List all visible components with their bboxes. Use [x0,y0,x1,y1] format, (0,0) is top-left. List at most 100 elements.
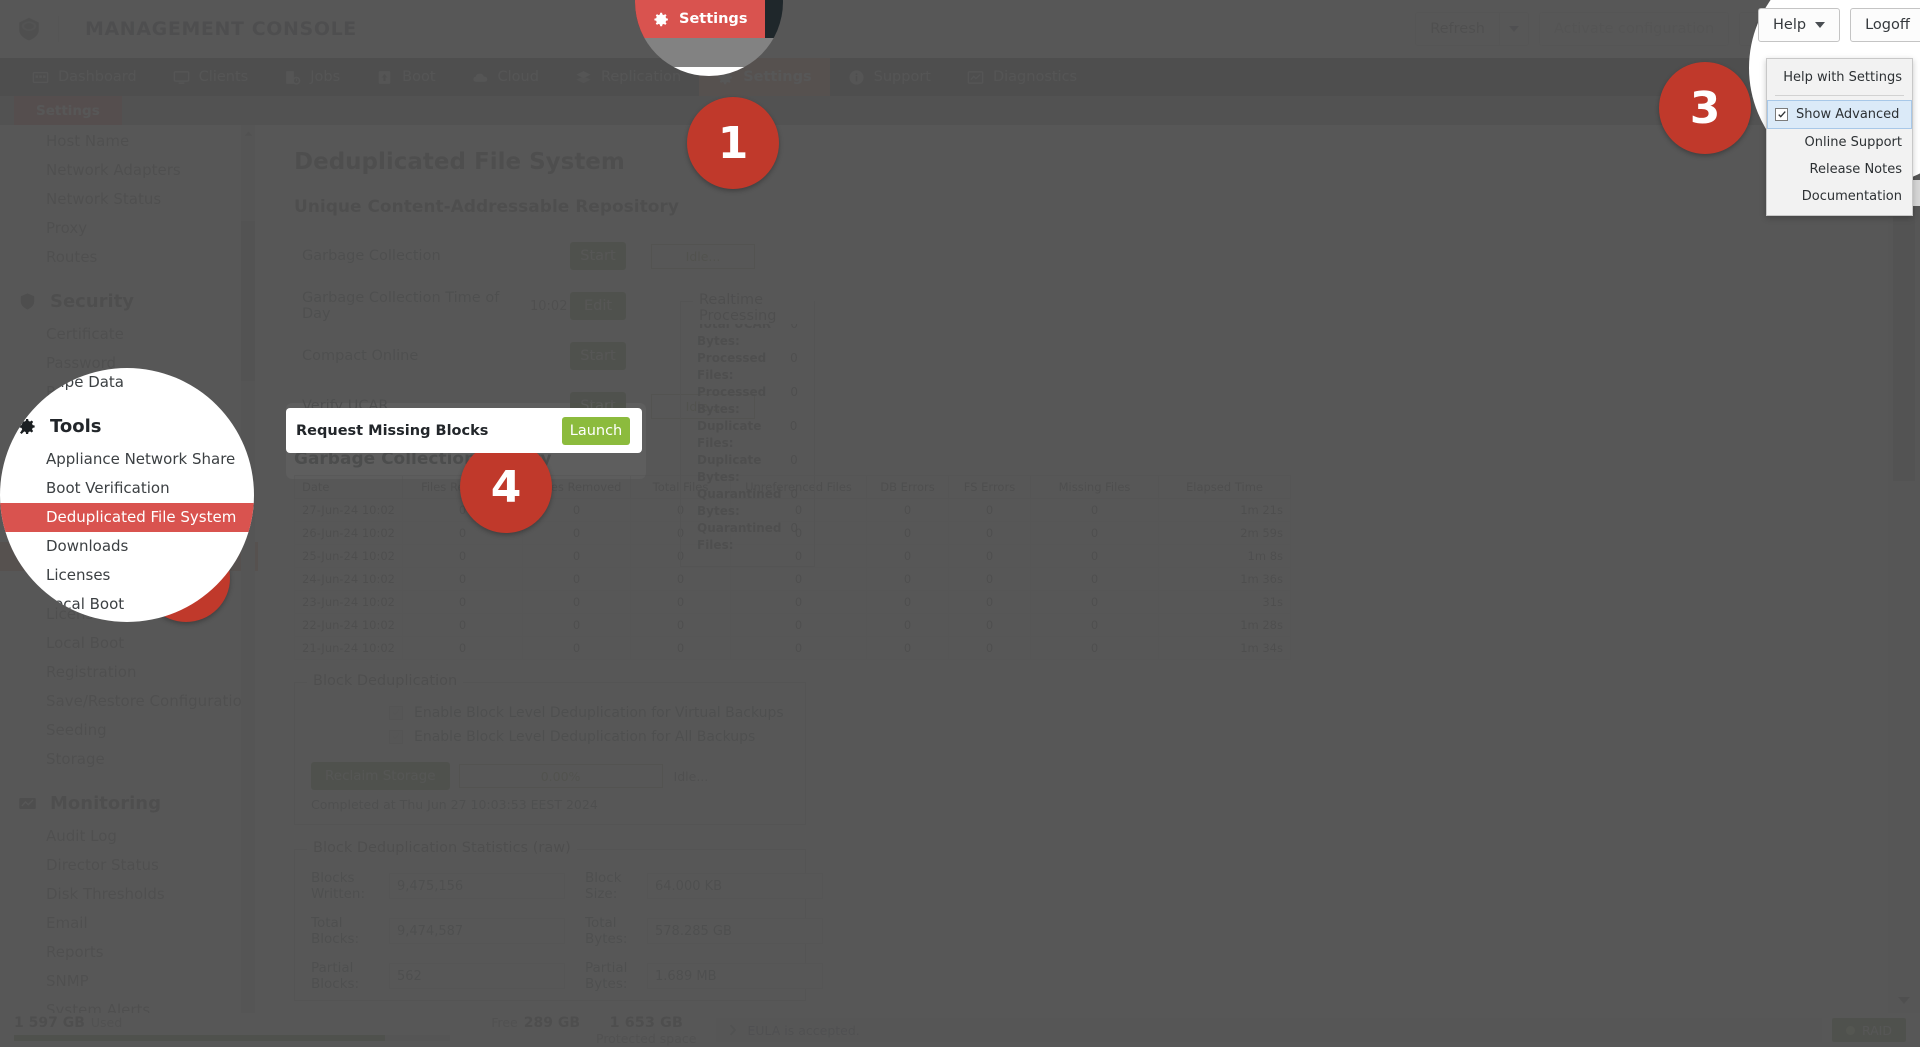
top-bar: MANAGEMENT CONSOLE Refresh Activate conf… [0,0,1920,58]
compact-online-start-button[interactable]: Start [570,342,626,370]
sidebar-item-save-restore-configuration[interactable]: Save/Restore Configuration [0,687,258,716]
nav-item-boot[interactable]: Boot [358,58,453,96]
col-missing-files: Missing Files [1031,476,1159,499]
cell-bytes-removed: 0 [523,614,631,637]
gc-time-value: 10:02 [530,299,570,314]
activate-configuration-button[interactable]: Activate configuration [1539,12,1729,46]
protected-value: 1 653 GB [596,1015,696,1031]
main-content: Deduplicated File System Unique Content-… [258,125,1888,1013]
help-menu-item-release-notes[interactable]: Release Notes [1767,156,1912,183]
help-menu-item-documentation[interactable]: Documentation [1767,183,1912,210]
free-label: Free [491,1015,518,1030]
raid-status-button[interactable]: RAID [1832,1018,1906,1042]
sidebar-item-host-name[interactable]: Host Name [0,127,258,156]
sidebar-item-wipe-data-highlighted[interactable]: Wipe Data [0,368,254,397]
checkbox-row-virtual-backups[interactable]: Enable Block Level Deduplication for Vir… [389,705,789,721]
sidebar-item-disk-thresholds[interactable]: Disk Thresholds [0,880,258,909]
nav-item-jobs[interactable]: Jobs [266,58,358,96]
realtime-value: 0 [790,520,798,554]
nav-item-clients[interactable]: Clients [155,58,267,96]
cell-unreferenced-files: 0 [731,568,867,591]
sidebar-item-seeding[interactable]: Seeding [0,716,258,745]
garbage-collection-start-button[interactable]: Start [570,242,626,270]
sidebar-item-registration[interactable]: Registration [0,658,258,687]
stat-value-partial-bytes[interactable]: 1.689 MB [647,963,823,989]
main-scrollbar[interactable] [1888,125,1920,1013]
ucar-section-title: Unique Content-Addressable Repository [294,197,1888,217]
stat-value-block-size[interactable]: 64.000 KB [647,873,823,899]
stat-value-total-bytes[interactable]: 578.285 GB [647,918,823,944]
help-menu-item-show-advanced[interactable]: Show Advanced [1767,100,1912,129]
cell-date: 27-Jun-24 10:02 [295,499,403,522]
sidebar-item-storage[interactable]: Storage [0,745,258,774]
sidebar-item-local-boot-highlighted[interactable]: Local Boot [0,590,254,619]
nav-item-diagnostics[interactable]: Diagnostics [949,58,1095,96]
eula-notice-bar[interactable]: EULA is accepted. [716,1018,1821,1042]
reclaim-progress-bar: 0.00% [459,764,663,788]
checkbox-all-backups[interactable] [389,730,403,744]
sidebar-item-director-status[interactable]: Director Status [0,851,258,880]
realtime-key: Quarantined Bytes: [697,486,784,520]
gc-time-edit-button[interactable]: Edit [570,292,626,320]
nav-item-settings-highlighted[interactable]: Settings [635,0,765,38]
sidebar-item-system-alerts[interactable]: System Alerts [0,996,258,1013]
disk-usage-widget: 1 597 GB Used Free 289 GB [0,1013,596,1047]
sidebar-scroll-thumb[interactable] [241,221,255,381]
cell-db-errors: 0 [867,568,949,591]
realtime-processing-legend: Realtime Processing [693,292,814,324]
stat-value-partial-blocks[interactable]: 562 [389,963,565,989]
sidebar-item-certificate[interactable]: Certificate [0,320,258,349]
sidebar-item-boot-verification-highlighted[interactable]: Boot Verification [0,474,254,503]
cell-unreferenced-files: 0 [731,637,867,660]
used-label: Used [91,1015,122,1030]
sidebar-item-network-status[interactable]: Network Status [0,185,258,214]
realtime-row: Processed Bytes:0 [697,384,798,418]
nav-item-dashboard[interactable]: Dashboard [14,58,155,96]
sidebar-group-label: Tools [50,416,102,437]
refresh-dropdown-button[interactable] [1499,12,1529,46]
cell-unreferenced-files: 0 [731,614,867,637]
checkbox-virtual-backups[interactable] [389,706,403,720]
sidebar-item-snmp[interactable]: SNMP [0,967,258,996]
nav-item-support[interactable]: Support [830,58,949,96]
sidebar-item-downloads-highlighted[interactable]: Downloads [0,532,254,561]
sidebar-item-audit-log[interactable]: Audit Log [0,822,258,851]
table-row[interactable]: 21-Jun-24 10:02 0 0 0 0 0 0 0 1m 34s [295,637,1291,660]
sidebar-item-network-adapters[interactable]: Network Adapters [0,156,258,185]
cell-files-removed: 0 [403,591,523,614]
checkbox-row-all-backups[interactable]: Enable Block Level Deduplication for All… [389,729,789,745]
protected-label: Protected space [596,1031,696,1046]
launch-button[interactable]: Launch [562,417,630,445]
table-row[interactable]: 22-Jun-24 10:02 0 0 0 0 0 0 0 1m 28s [295,614,1291,637]
cell-elapsed-time: 31s [1159,591,1291,614]
main-scroll-down-button[interactable] [1888,987,1920,1013]
caret-down-icon [1815,22,1825,28]
sidebar-item-email[interactable]: Email [0,909,258,938]
stat-value-total-blocks[interactable]: 9,474,587 [389,918,565,944]
sidebar-item-deduplicated-file-system-highlighted[interactable]: Deduplicated File System [0,503,254,532]
refresh-button[interactable]: Refresh [1415,12,1499,46]
sidebar-item-appliance-network-share-highlighted[interactable]: Appliance Network Share [0,445,254,474]
stat-value-blocks-written[interactable]: 9,475,156 [389,873,565,899]
help-menu-item-help-with-settings[interactable]: Help with Settings [1767,64,1912,91]
sidebar-item-licenses-highlighted[interactable]: Licenses [0,561,254,590]
cell-bytes-removed: 0 [523,522,631,545]
reclaim-storage-button[interactable]: Reclaim Storage [311,762,450,790]
usage-progress-track [14,1035,450,1041]
cell-total-files: 0 [631,614,731,637]
help-button-highlighted[interactable]: Help [1758,8,1840,42]
dashboard-icon [32,69,49,86]
nav-item-cloud[interactable]: Cloud [454,58,557,96]
sidebar-item-routes[interactable]: Routes [0,243,258,272]
caret-down-icon [1509,26,1519,32]
sidebar-item-reports[interactable]: Reports [0,938,258,967]
table-row[interactable]: 24-Jun-24 10:02 0 0 0 0 0 0 0 1m 36s [295,568,1291,591]
table-row[interactable]: 23-Jun-24 10:02 0 0 0 0 0 0 0 31s [295,591,1291,614]
sidebar-item-proxy[interactable]: Proxy [0,214,258,243]
help-menu-item-online-support[interactable]: Online Support [1767,129,1912,156]
breadcrumb-settings[interactable]: Settings [14,96,122,125]
checkbox-show-advanced[interactable] [1775,108,1788,121]
sidebar-item-local-boot[interactable]: Local Boot [0,629,258,658]
sidebar-scroll-up-button[interactable] [241,125,255,141]
logoff-button-highlighted[interactable]: Logoff [1850,8,1920,42]
